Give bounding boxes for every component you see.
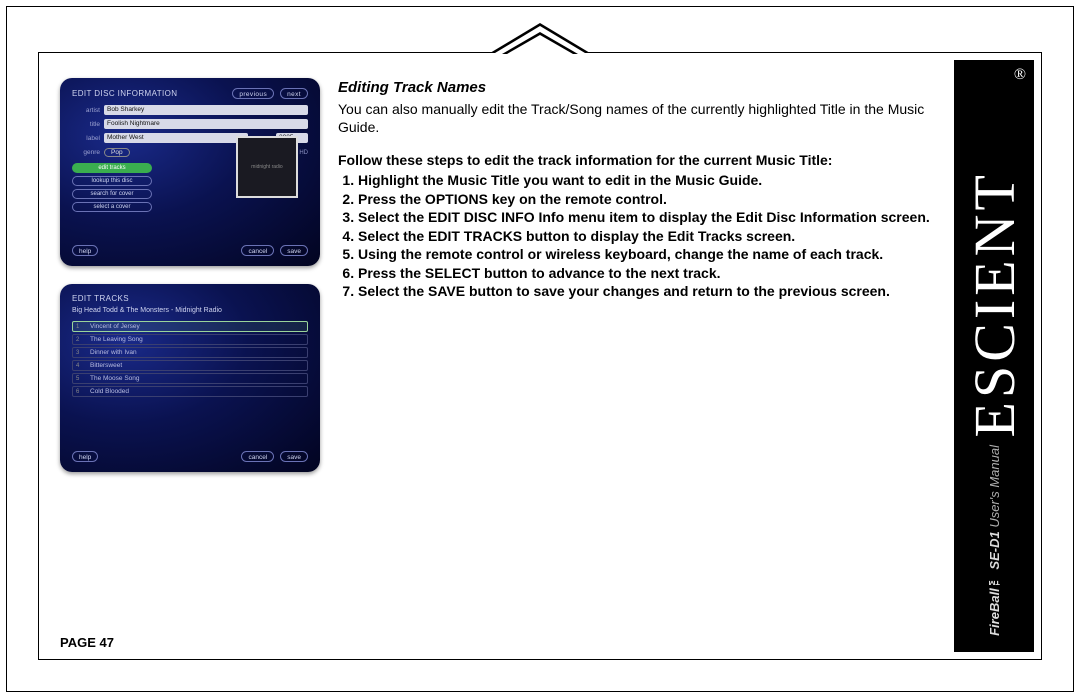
label-artist: artist	[72, 107, 100, 114]
track-num: 5	[76, 376, 86, 382]
track-list: 1 Vincent of Jersey 2 The Leaving Song 3…	[72, 321, 308, 397]
field-artist[interactable]: Bob Sharkey	[104, 105, 308, 115]
brand-band: ® ESCIENT FireBall™ SE-D1 User's Manual	[954, 60, 1034, 652]
brand-name: ESCIENT	[961, 171, 1028, 437]
track-name: Dinner with Ivan	[90, 349, 137, 356]
section-heading: Editing Track Names	[338, 78, 930, 98]
label-label: label	[72, 135, 100, 142]
step-item: Press the SELECT button to advance to th…	[358, 264, 930, 282]
previous-button[interactable]: previous	[232, 88, 274, 99]
brand-subtitle: FireBall™ SE-D1 User's Manual	[987, 445, 1002, 636]
track-num: 6	[76, 389, 86, 395]
text-column: Editing Track Names You can also manuall…	[338, 78, 930, 628]
track-name: Cold Blooded	[90, 388, 129, 395]
track-row[interactable]: 3 Dinner with Ivan	[72, 347, 308, 358]
screen1-side-buttons: edit tracks lookup this disc search for …	[72, 163, 152, 212]
intro-paragraph: You can also manually edit the Track/Son…	[338, 100, 930, 137]
track-row[interactable]: 4 Bittersweet	[72, 360, 308, 371]
track-row[interactable]: 5 The Moose Song	[72, 373, 308, 384]
next-button[interactable]: next	[280, 88, 308, 99]
help-button[interactable]: help	[72, 451, 98, 462]
save-button[interactable]: save	[280, 245, 308, 256]
content-area: EDIT DISC INFORMATION previous next arti…	[60, 78, 930, 628]
album-line: Big Head Todd & The Monsters - Midnight …	[72, 307, 308, 314]
track-num: 1	[76, 324, 86, 330]
field-label[interactable]: Mother West	[104, 133, 248, 143]
track-row[interactable]: 2 The Leaving Song	[72, 334, 308, 345]
track-name: Vincent of Jersey	[90, 323, 140, 330]
step-item: Highlight the Music Title you want to ed…	[358, 171, 930, 189]
page-number: PAGE 47	[60, 635, 114, 650]
brand-subtitle-product: FireBall™ SE-D1	[987, 531, 1002, 636]
track-name: Bittersweet	[90, 362, 122, 369]
track-row[interactable]: 1 Vincent of Jersey	[72, 321, 308, 332]
track-num: 4	[76, 363, 86, 369]
step-item: Select the EDIT TRACKS button to display…	[358, 227, 930, 245]
screen1-header: EDIT DISC INFORMATION previous next	[72, 88, 308, 99]
label-title: title	[72, 121, 100, 128]
label-genre: genre	[72, 149, 100, 156]
album-cover-text: midnight radio	[251, 164, 282, 170]
cancel-button[interactable]: cancel	[241, 451, 274, 462]
screen2-title: EDIT TRACKS	[72, 294, 129, 303]
screen2-header: EDIT TRACKS	[72, 294, 308, 303]
track-num: 2	[76, 337, 86, 343]
screenshot-column: EDIT DISC INFORMATION previous next arti…	[60, 78, 320, 628]
album-cover-thumb: midnight radio	[236, 136, 298, 198]
help-button[interactable]: help	[72, 245, 98, 256]
screen1-footer: help cancel save	[72, 245, 308, 256]
edit-tracks-button[interactable]: edit tracks	[72, 163, 152, 173]
track-name: The Leaving Song	[90, 336, 143, 343]
search-cover-button[interactable]: search for cover	[72, 189, 152, 199]
screenshot-edit-disc-info: EDIT DISC INFORMATION previous next arti…	[60, 78, 320, 266]
step-item: Select the EDIT DISC INFO Info menu item…	[358, 208, 930, 226]
field-genre[interactable]: Pop	[104, 148, 130, 157]
save-button[interactable]: save	[280, 451, 308, 462]
registered-mark: ®	[1014, 66, 1026, 84]
screen1-title: EDIT DISC INFORMATION	[72, 89, 177, 98]
top-notch-inner-fill	[507, 35, 573, 54]
steps-list: Highlight the Music Title you want to ed…	[338, 171, 930, 300]
select-cover-button[interactable]: select a cover	[72, 202, 152, 212]
screen2-footer: help cancel save	[72, 451, 308, 462]
step-item: Using the remote control or wireless key…	[358, 245, 930, 263]
screenshot-edit-tracks: EDIT TRACKS Big Head Todd & The Monsters…	[60, 284, 320, 472]
step-item: Select the SAVE button to save your chan…	[358, 282, 930, 300]
step-item: Press the OPTIONS key on the remote cont…	[358, 190, 930, 208]
lookup-disc-button[interactable]: lookup this disc	[72, 176, 152, 186]
brand-subtitle-doc: User's Manual	[987, 445, 1002, 531]
track-num: 3	[76, 350, 86, 356]
cancel-button[interactable]: cancel	[241, 245, 274, 256]
field-title[interactable]: Foolish Nightmare	[104, 119, 308, 129]
steps-lead: Follow these steps to edit the track inf…	[338, 151, 930, 169]
track-name: The Moose Song	[90, 375, 140, 382]
track-row[interactable]: 6 Cold Blooded	[72, 386, 308, 397]
